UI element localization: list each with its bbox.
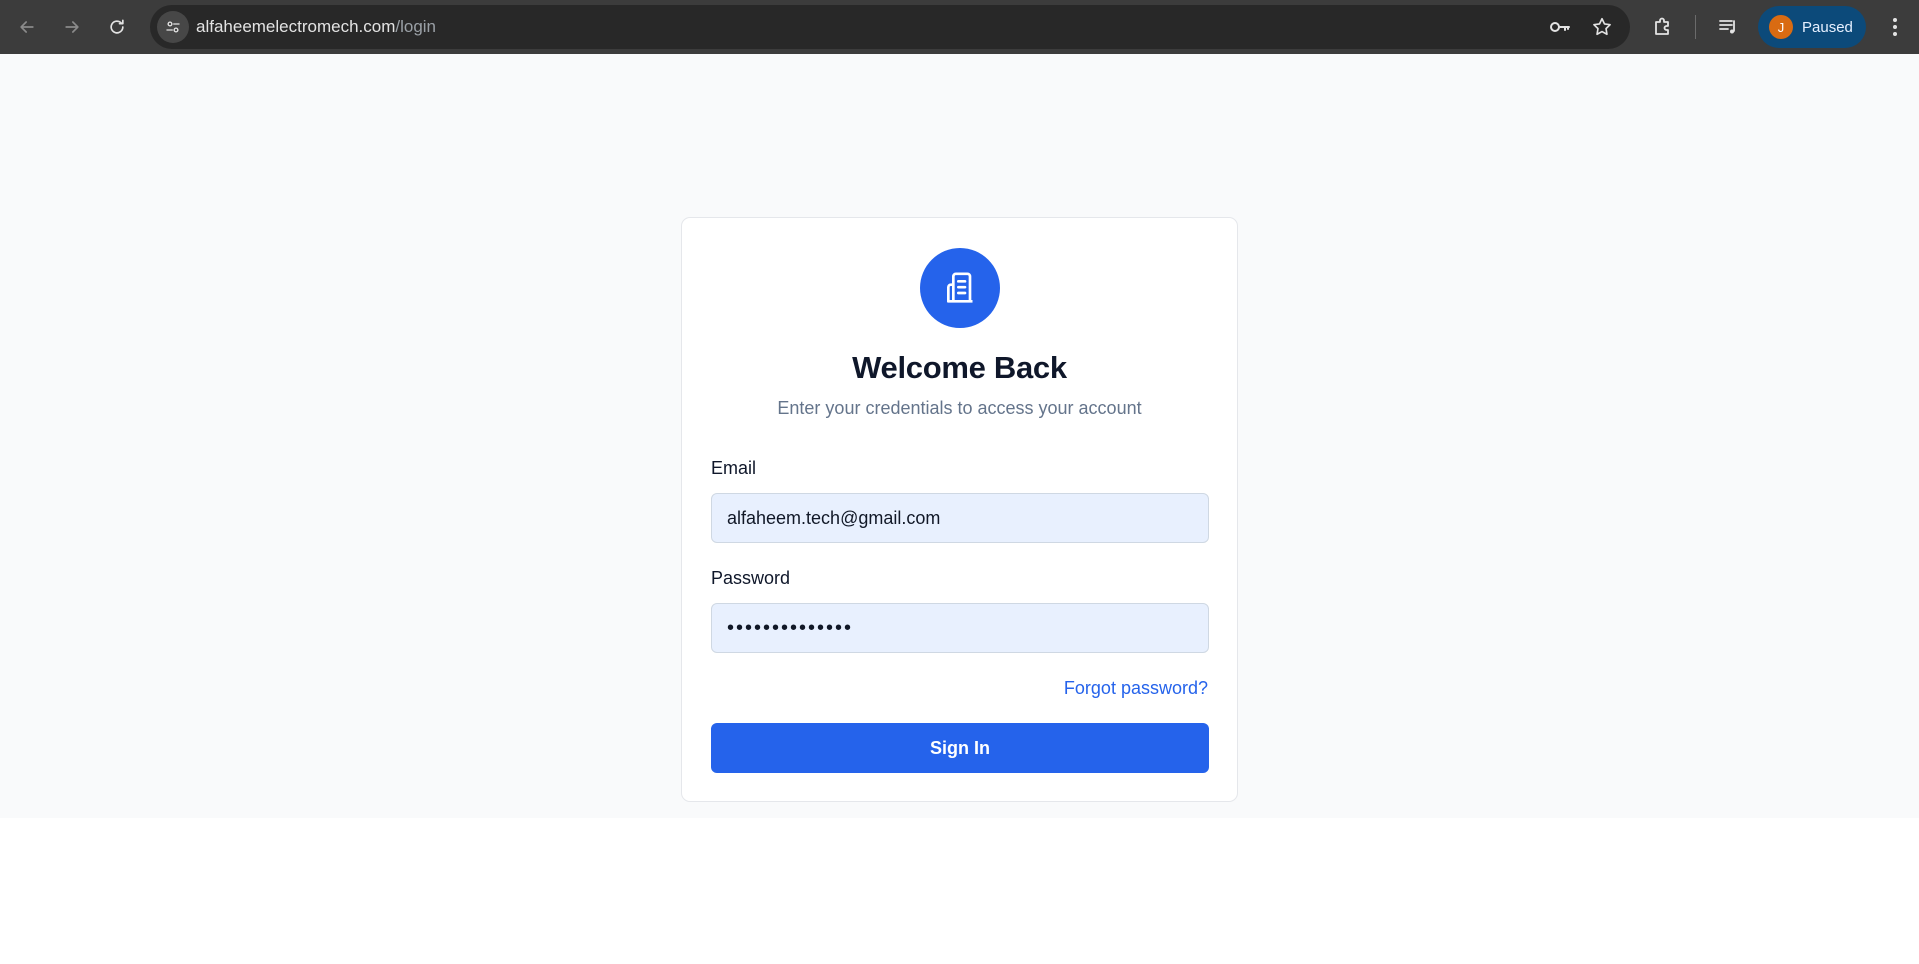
sign-in-button[interactable]: Sign In xyxy=(711,723,1209,773)
email-label: Email xyxy=(711,458,757,478)
media-controls-button[interactable] xyxy=(1715,13,1743,41)
site-info-button[interactable] xyxy=(157,11,189,43)
login-card: Welcome Back Enter your credentials to a… xyxy=(681,217,1238,802)
menu-dot xyxy=(1893,25,1897,29)
puzzle-icon xyxy=(1655,17,1669,35)
back-button[interactable] xyxy=(10,10,44,44)
password-label: Password xyxy=(711,568,791,588)
profile-status: Paused xyxy=(1802,18,1853,36)
profile-button[interactable]: J Paused xyxy=(1758,6,1866,48)
url-text[interactable]: alfaheemelectromech.com/login xyxy=(196,5,436,49)
forgot-password-link[interactable]: Forgot password? xyxy=(1064,678,1208,699)
toolbar-divider xyxy=(1695,15,1696,39)
star-icon xyxy=(1593,17,1611,36)
avatar: J xyxy=(1769,15,1793,39)
browser-toolbar: alfaheemelectromech.com/login J Paused xyxy=(0,0,1919,54)
menu-dot xyxy=(1893,18,1897,22)
address-bar[interactable]: alfaheemelectromech.com/login xyxy=(150,5,1630,49)
url-host: alfaheemelectromech.com xyxy=(196,17,396,36)
arrow-left-icon xyxy=(20,21,34,33)
logo-badge xyxy=(920,248,1000,328)
reload-button[interactable] xyxy=(100,10,134,44)
extensions-button[interactable] xyxy=(1649,13,1677,41)
key-icon xyxy=(1550,22,1570,32)
queue-music-icon xyxy=(1719,20,1735,34)
tune-icon xyxy=(166,21,180,33)
menu-dot xyxy=(1893,32,1897,36)
arrow-right-icon xyxy=(65,21,79,33)
building-icon xyxy=(947,272,973,303)
bookmark-button[interactable] xyxy=(1590,15,1614,39)
browser-menu-button[interactable] xyxy=(1880,12,1910,42)
page-background: Welcome Back Enter your credentials to a… xyxy=(0,54,1919,818)
page-title: Welcome Back xyxy=(852,350,1067,385)
email-field[interactable]: alfaheem.tech@gmail.com xyxy=(711,493,1209,543)
url-path: /login xyxy=(395,17,437,36)
page-subtitle: Enter your credentials to access your ac… xyxy=(777,398,1142,418)
forward-button[interactable] xyxy=(55,10,89,44)
password-manager-button[interactable] xyxy=(1548,15,1572,39)
password-field[interactable]: •••••••••••••• xyxy=(711,603,1209,653)
reload-icon xyxy=(110,19,124,34)
